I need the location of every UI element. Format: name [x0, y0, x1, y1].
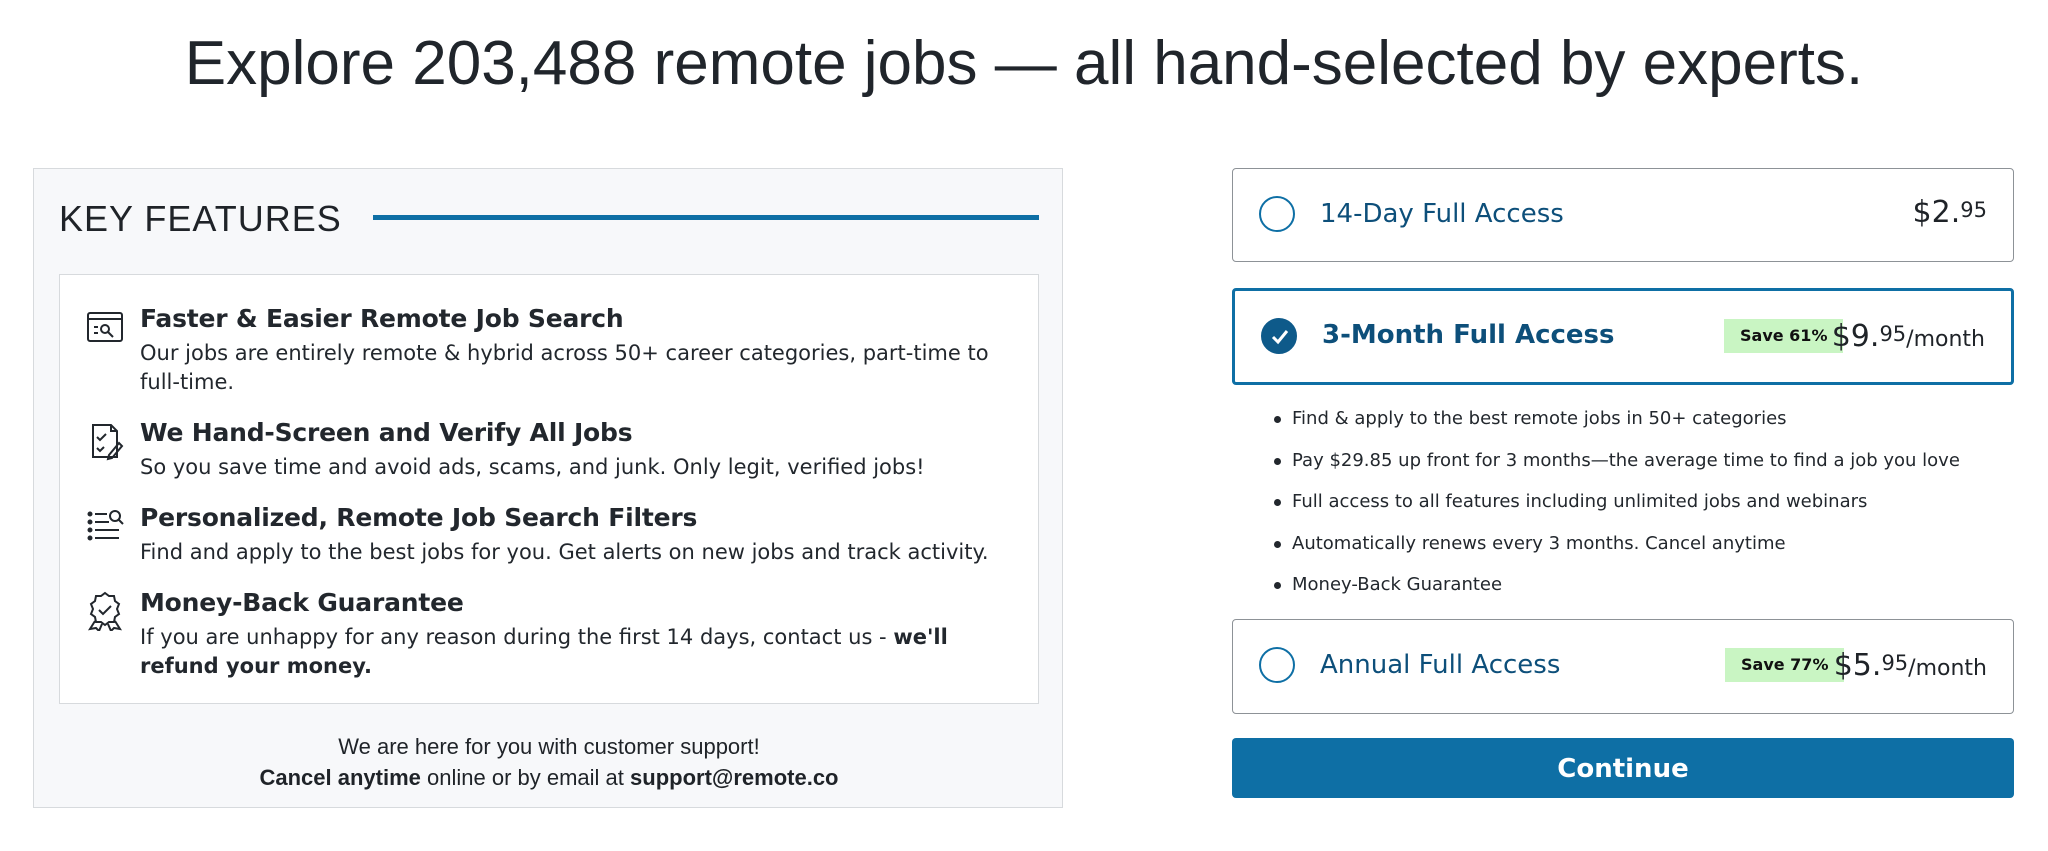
price-cents: 95	[1881, 651, 1909, 675]
benefit-item: Find & apply to the best remote jobs in …	[1272, 398, 1960, 440]
price-whole: $5.	[1833, 648, 1882, 683]
benefit-item: Automatically renews every 3 months. Can…	[1272, 523, 1960, 565]
plan-price: $5.95/month	[1834, 646, 1987, 689]
price-cents: 95	[1960, 198, 1987, 222]
price-whole: $2.	[1912, 195, 1961, 230]
key-features-title: KEY FEATURES	[59, 198, 342, 239]
save-badge: Save 61%	[1724, 319, 1844, 353]
plan-option-3-month[interactable]: 3-Month Full Access Save 61% $9.95/month	[1232, 288, 2014, 385]
plan-price: $9.95/month	[1832, 317, 1985, 360]
features-list: Faster & Easier Remote Job Search Our jo…	[59, 274, 1039, 704]
radio-button[interactable]	[1259, 647, 1295, 683]
plan-name: 3-Month Full Access	[1322, 320, 1615, 350]
feature-description: Our jobs are entirely remote & hybrid ac…	[140, 341, 989, 394]
award-ribbon-icon	[87, 591, 123, 631]
support-contact-line: Cancel anytime online or by email at sup…	[34, 762, 1064, 793]
page-headline: Explore 203,488 remote jobs — all hand-s…	[184, 29, 1864, 98]
price-cents: 95	[1879, 322, 1907, 346]
plan-name: 14-Day Full Access	[1320, 199, 1564, 229]
key-features-panel: KEY FEATURES Faster & Easier Remote Job …	[33, 168, 1063, 808]
feature-title: Faster & Easier Remote Job Search	[140, 304, 624, 333]
check-icon	[1271, 330, 1289, 345]
price-unit: /month	[1906, 327, 1985, 352]
feature-description: If you are unhappy for any reason during…	[140, 623, 1010, 681]
support-middle-text: online or by email at	[420, 765, 631, 790]
radio-button[interactable]	[1259, 196, 1295, 232]
cancel-anytime-text: Cancel anytime	[259, 765, 421, 790]
feature-description: Find and apply to the best jobs for you.…	[140, 540, 989, 564]
support-note: We are here for you with customer suppor…	[34, 731, 1064, 793]
feature-description-text: If you are unhappy for any reason during…	[140, 625, 894, 649]
benefit-item: Full access to all features including un…	[1272, 481, 1960, 523]
feature-title: Personalized, Remote Job Search Filters	[140, 503, 698, 532]
feature-title: Money-Back Guarantee	[140, 588, 464, 617]
feature-title: We Hand-Screen and Verify All Jobs	[140, 418, 633, 447]
benefit-item: Pay $29.85 up front for 3 months—the ave…	[1272, 440, 1960, 482]
plan-name: Annual Full Access	[1320, 650, 1561, 680]
radio-button-checked[interactable]	[1261, 318, 1297, 354]
search-window-icon	[87, 312, 123, 342]
verified-document-icon	[92, 424, 124, 461]
price-whole: $9.	[1831, 319, 1880, 354]
support-email-link[interactable]: support@remote.co	[630, 765, 838, 790]
plan-benefits-list: Find & apply to the best remote jobs in …	[1272, 398, 1960, 606]
benefit-item: Money-Back Guarantee	[1272, 564, 1960, 606]
continue-button[interactable]: Continue	[1232, 738, 2014, 798]
plan-option-14-day[interactable]: 14-Day Full Access $2.95	[1232, 168, 2014, 262]
plan-option-annual[interactable]: Annual Full Access Save 77% $5.95/month	[1232, 619, 2014, 714]
feature-description: So you save time and avoid ads, scams, a…	[140, 455, 925, 479]
plan-price: $2.95	[1913, 193, 1987, 233]
filter-list-icon	[87, 510, 124, 541]
support-line: We are here for you with customer suppor…	[338, 734, 760, 759]
title-divider	[373, 215, 1039, 220]
price-unit: /month	[1908, 656, 1987, 681]
save-badge: Save 77%	[1725, 648, 1845, 682]
